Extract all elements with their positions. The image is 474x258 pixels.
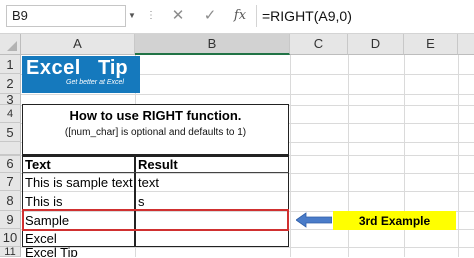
left-arrow-icon [296,212,332,228]
formula-bar-separator [256,5,257,27]
header-result-cell[interactable]: Result [135,155,289,173]
row-header-6[interactable]: 6 [0,155,21,173]
column-header-b[interactable]: B [135,34,290,55]
row-header-11[interactable]: 11 [0,246,21,258]
table-cell-text[interactable]: This is sample text [22,173,134,191]
formula-input[interactable]: =RIGHT(A9,0) [262,5,468,27]
insert-function-icon[interactable]: fx [230,5,250,27]
enter-formula-icon[interactable]: ✓ [200,5,220,27]
row-header-9[interactable]: 9 [0,211,21,229]
row-header-5b[interactable] [0,142,21,155]
gridline-v [290,55,291,257]
row-header-5[interactable]: 5 [0,123,21,142]
table-cell-text[interactable]: Excel Tip [22,247,134,257]
cancel-formula-icon[interactable]: ✕ [168,5,188,27]
logo-brand-tip: Tip [98,57,128,79]
gridline-h [21,94,474,95]
formula-bar-grip-icon: ⋮ [146,10,156,21]
table-subtitle: ([num_char] is optional and defaults to … [64,126,247,138]
name-box[interactable]: B9 [6,5,126,27]
table-cell-result[interactable] [135,247,289,257]
name-box-dropdown-icon[interactable]: ▼ [128,5,136,27]
table-cell-result[interactable] [135,229,289,247]
table-title: How to use RIGHT function. [69,107,242,123]
logo-brand-excel: Excel [26,57,81,79]
row-header-7[interactable]: 7 [0,173,21,191]
table-cell-result[interactable]: s [135,191,289,211]
row-divider [0,155,21,156]
row-header-3[interactable]: 3 [0,92,21,107]
column-header-next[interactable] [458,34,474,55]
logo-tagline: Get better at Excel [66,79,124,86]
column-header-d[interactable]: D [348,34,404,55]
example-callout: 3rd Example [333,211,456,230]
row-header-10[interactable]: 10 [0,229,21,247]
row-highlight-box [22,209,289,231]
row-header-1[interactable]: 1 [0,55,21,74]
row-header-4[interactable]: 4 [0,105,21,123]
table-cell-result[interactable]: text [135,173,289,191]
column-header-e[interactable]: E [404,34,458,55]
select-all-triangle-icon [7,41,17,51]
row-header-8[interactable]: 8 [0,191,21,211]
column-header-a[interactable]: A [21,34,135,55]
header-text-cell[interactable]: Text [22,155,134,173]
column-header-c[interactable]: C [290,34,348,55]
gridline-v [458,55,459,257]
table-cell-text[interactable]: Excel [22,229,134,247]
table-cell-text[interactable]: This is [22,191,134,211]
